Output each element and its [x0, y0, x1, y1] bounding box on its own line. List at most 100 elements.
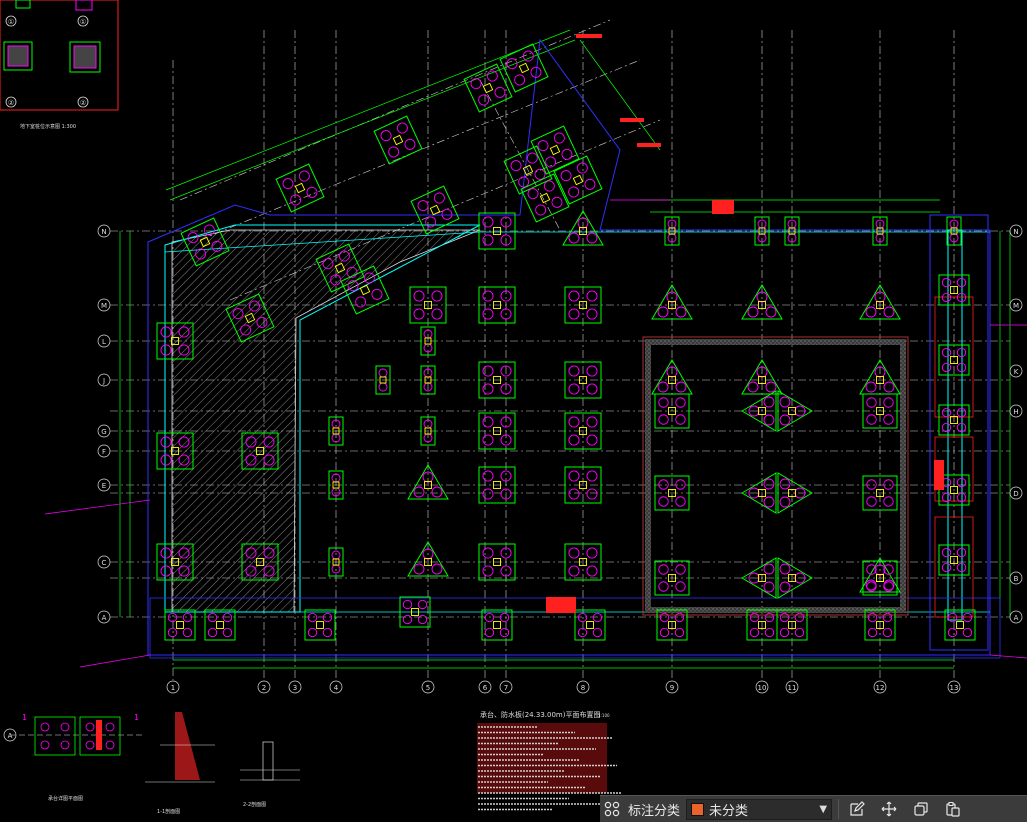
- pile-cap-square: [553, 155, 603, 205]
- column: [176, 621, 184, 629]
- pile: [947, 627, 958, 638]
- edit-icon[interactable]: [845, 797, 869, 821]
- pile: [402, 614, 413, 625]
- paste-icon[interactable]: [941, 797, 965, 821]
- column: [572, 174, 584, 186]
- left-axis-bubbles: N M L J G F E C A: [97, 224, 111, 624]
- pile: [658, 397, 669, 408]
- move-icon[interactable]: [877, 797, 901, 821]
- column: [549, 144, 561, 156]
- pile: [867, 627, 878, 638]
- red-annotations: [477, 34, 944, 793]
- grid-icon[interactable]: [600, 797, 624, 821]
- pile: [160, 454, 172, 466]
- pile: [675, 397, 686, 408]
- bottom-details: A 1 1 承台详图平面图 1-1剖面图 2-2剖面图: [3, 712, 300, 815]
- column: [316, 621, 324, 629]
- axis-label: A: [8, 732, 13, 740]
- axis-label: 13: [950, 684, 959, 692]
- pile: [883, 414, 894, 425]
- category-select[interactable]: 未分类 ▼: [686, 798, 833, 820]
- pile: [747, 306, 759, 318]
- pile: [941, 292, 952, 303]
- toolbar-divider: [838, 799, 840, 819]
- pile: [413, 563, 425, 575]
- pile: [222, 612, 233, 623]
- pile: [941, 547, 952, 558]
- pile: [160, 344, 172, 356]
- pile: [182, 627, 193, 638]
- bottom-axis-bubbles: 1 2 3 4 5 6 7 8 9 10 11 12 13: [166, 680, 961, 694]
- pile: [568, 186, 580, 198]
- axis-label: 3: [293, 684, 297, 692]
- pile: [514, 74, 526, 86]
- pile: [160, 565, 172, 577]
- axis-label: 4: [334, 684, 339, 692]
- pile: [866, 397, 877, 408]
- axis-label: K: [1014, 368, 1019, 376]
- pile-cap-square: [481, 609, 513, 641]
- pile: [658, 479, 669, 490]
- copy-icon[interactable]: [909, 797, 933, 821]
- pile: [675, 496, 686, 507]
- pile: [586, 290, 598, 302]
- pile: [484, 627, 495, 638]
- pile: [298, 170, 310, 182]
- pile: [592, 612, 603, 623]
- legend-panel: ① ① ② ② 地下室桩位示意图 1:300: [0, 0, 119, 130]
- pile: [441, 208, 453, 220]
- pile: [675, 414, 686, 425]
- pile: [322, 612, 333, 623]
- pile: [765, 381, 777, 393]
- pile: [883, 381, 895, 393]
- pile: [222, 627, 233, 638]
- pile-cap-square: [499, 43, 549, 93]
- pile-cap-square: [410, 185, 460, 235]
- pile: [470, 78, 482, 90]
- pile: [207, 627, 218, 638]
- pile: [431, 486, 443, 498]
- axis-label: M: [101, 302, 107, 310]
- cad-drawing-canvas[interactable]: ① ① ② ② 地下室桩位示意图 1:300 N M L J G F E C A…: [0, 0, 1027, 822]
- axis-label: 8: [581, 684, 585, 692]
- axis-label: 10: [758, 684, 767, 692]
- pile: [657, 306, 669, 318]
- pile: [388, 146, 400, 158]
- pile: [941, 422, 952, 433]
- pile: [486, 70, 498, 82]
- pile: [482, 547, 494, 559]
- axis-label: G: [101, 428, 106, 436]
- pile: [763, 496, 775, 508]
- pile: [592, 627, 603, 638]
- pile: [431, 290, 443, 302]
- pile: [882, 627, 893, 638]
- pile: [182, 612, 193, 623]
- column: [586, 621, 594, 629]
- pile: [941, 492, 952, 503]
- pile: [482, 416, 494, 428]
- pile: [779, 396, 791, 408]
- pile: [586, 308, 598, 320]
- pile: [371, 288, 383, 300]
- pile: [160, 547, 172, 559]
- main-title-scale: 1:100: [598, 713, 610, 718]
- legend-number: ①: [80, 18, 86, 26]
- pile: [763, 396, 775, 408]
- pile: [568, 232, 580, 244]
- pile: [431, 308, 443, 320]
- pile: [749, 627, 760, 638]
- pile: [568, 416, 580, 428]
- category-color-swatch: [691, 802, 705, 816]
- pile-cap-triangle: [407, 464, 449, 500]
- pile-cap-square: [373, 115, 423, 165]
- pile: [307, 612, 318, 623]
- pile: [568, 470, 580, 482]
- axis-label: 7: [504, 684, 508, 692]
- pile: [586, 547, 598, 559]
- axis-label: 5: [426, 684, 430, 692]
- pile: [658, 414, 669, 425]
- pile: [779, 478, 791, 490]
- pile: [584, 178, 596, 190]
- axis-label: 6: [483, 684, 488, 692]
- axis-label: H: [1013, 408, 1018, 416]
